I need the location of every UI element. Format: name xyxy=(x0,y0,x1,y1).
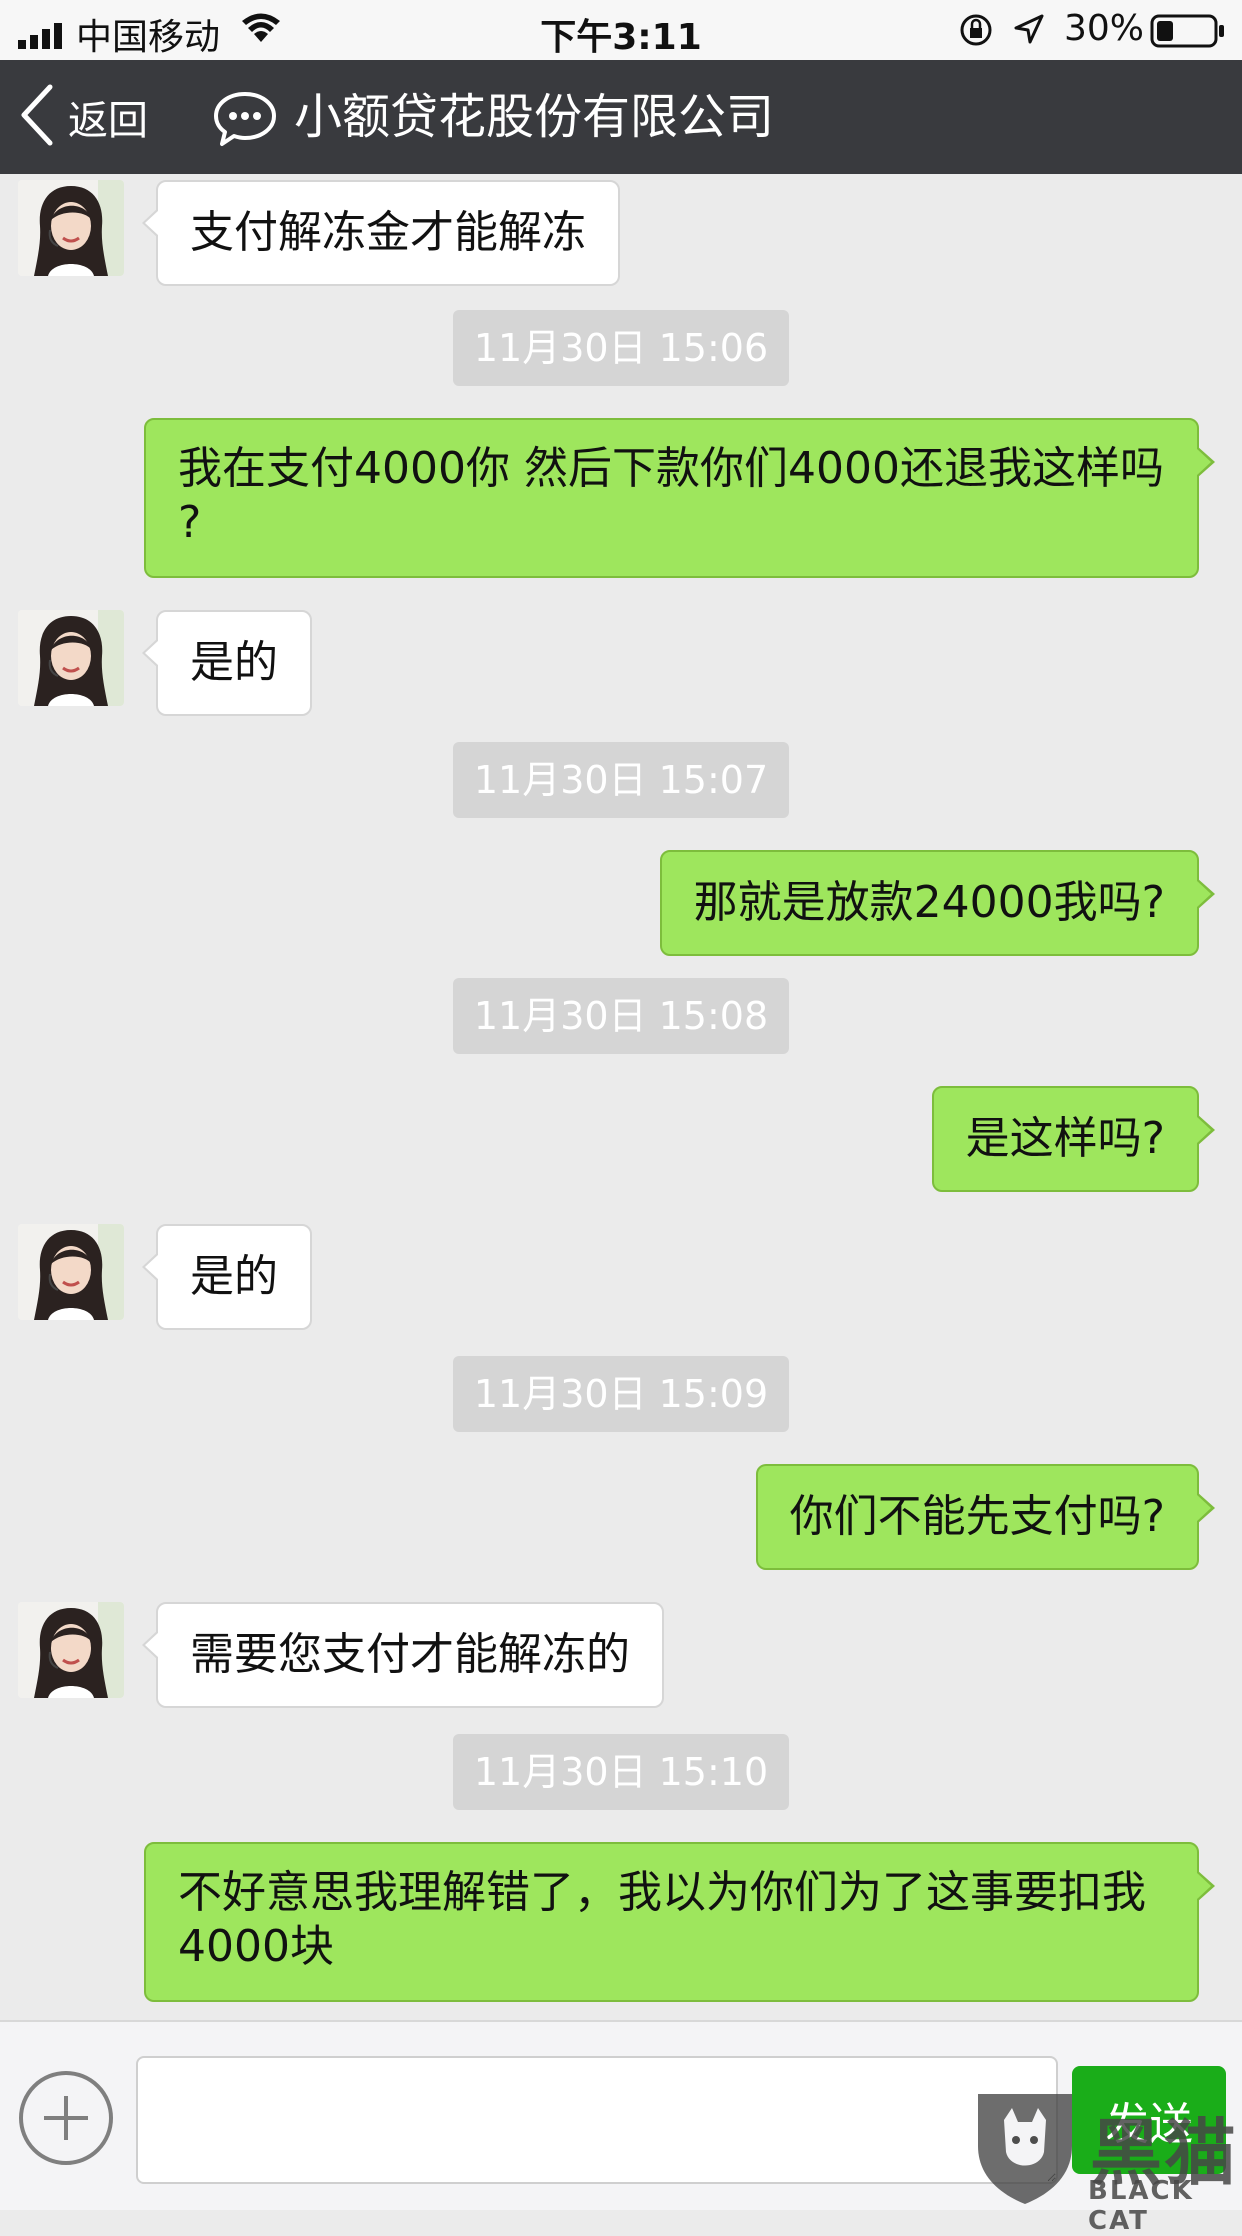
outgoing-message[interactable]: 是这样吗? xyxy=(931,1086,1216,1192)
avatar[interactable] xyxy=(18,180,124,276)
plus-circle-icon xyxy=(19,2071,113,2165)
send-button[interactable]: 发送 xyxy=(1072,2066,1226,2174)
chat-bubble-icon xyxy=(212,88,278,152)
outgoing-message[interactable]: 你们不能先支付吗? xyxy=(755,1464,1216,1570)
rotation-lock-icon xyxy=(958,12,994,57)
timestamp: 11月30日 15:08 xyxy=(453,978,789,1054)
timestamp: 11月30日 15:06 xyxy=(453,310,789,386)
clock: 下午3:11 xyxy=(540,17,702,58)
timestamp: 11月30日 15:10 xyxy=(453,1734,789,1810)
message-input[interactable] xyxy=(136,2056,1058,2184)
incoming-message[interactable]: 是的 xyxy=(142,610,312,716)
battery-icon xyxy=(1150,14,1226,57)
timestamp: 11月30日 15:07 xyxy=(453,742,789,818)
avatar[interactable] xyxy=(18,610,124,706)
chat-messages[interactable]: 支付解冻金才能解冻 11月30日 15:06 我在支付4000你 然后下款你们4… xyxy=(0,174,1242,2014)
back-label: 返回 xyxy=(68,98,148,144)
timestamp: 11月30日 15:09 xyxy=(453,1356,789,1432)
avatar[interactable] xyxy=(18,1602,124,1698)
back-button[interactable]: 返回 xyxy=(18,82,148,152)
incoming-message[interactable]: 支付解冻金才能解冻 xyxy=(142,180,620,286)
location-icon xyxy=(1012,12,1046,55)
incoming-message[interactable]: 需要您支付才能解冻的 xyxy=(142,1602,664,1708)
incoming-message[interactable]: 是的 xyxy=(142,1224,312,1330)
battery-percent: 30% xyxy=(1064,8,1145,49)
chevron-left-icon xyxy=(18,83,54,151)
nav-bar: 返回 小额贷花股份有限公司 xyxy=(0,60,1242,174)
outgoing-message[interactable]: 那就是放款24000我吗? xyxy=(659,850,1216,956)
message-line: 4000块 xyxy=(178,1921,334,1972)
outgoing-message[interactable]: 不好意思我理解错了，我以为你们为了这事要扣我 4000块 xyxy=(144,1842,1215,2002)
avatar[interactable] xyxy=(18,1224,124,1320)
chat-title: 小额贷花股份有限公司 xyxy=(294,89,775,145)
message-line: ? xyxy=(178,497,202,548)
outgoing-message[interactable]: 我在支付4000你 然后下款你们4000还退我这样吗 ? xyxy=(144,418,1215,578)
add-attachment-button[interactable] xyxy=(16,2068,116,2172)
message-line: 我在支付4000你 然后下款你们4000还退我这样吗 xyxy=(178,443,1164,494)
message-line: 不好意思我理解错了，我以为你们为了这事要扣我 xyxy=(178,1867,1146,1918)
input-bar: 发送 xyxy=(0,2020,1242,2210)
status-bar: 中国移动 下午3:11 30% xyxy=(0,0,1242,60)
